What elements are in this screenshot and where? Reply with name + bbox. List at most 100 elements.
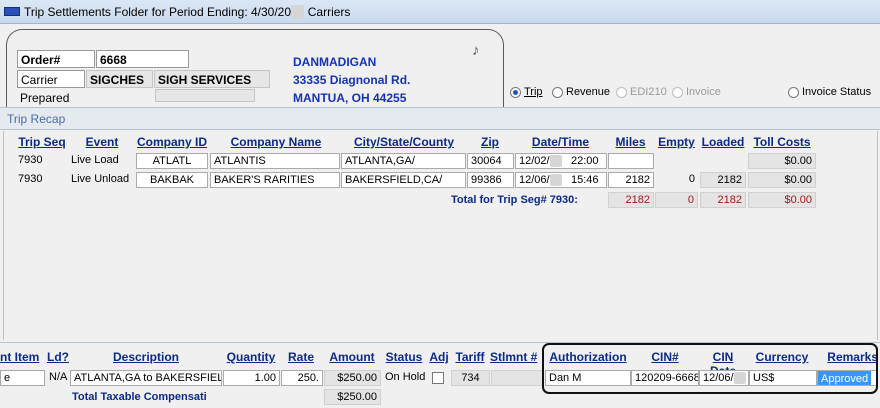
row1-event: Live Load: [71, 154, 119, 166]
col-description[interactable]: Description: [72, 350, 220, 364]
row2-company-id[interactable]: BAKBAK: [136, 172, 208, 188]
radio-edi210-label: EDI210: [630, 86, 667, 98]
carrier-name: SIGH SERVICES: [154, 70, 270, 88]
address-line2: 33335 Diagnonal Rd.: [293, 73, 411, 87]
col-event[interactable]: Event: [74, 135, 130, 149]
col-stlmnt[interactable]: Stlmnt #: [490, 350, 542, 364]
row-status: On Hold: [385, 371, 426, 383]
row-description[interactable]: ATLANTA,GA to BAKERSFIELD: [70, 370, 222, 386]
carrier-code: SIGCHES: [86, 70, 153, 88]
window-title: Trip Settlements Folder for Period Endin…: [24, 5, 350, 19]
row1-date: 12/02/: [519, 155, 550, 167]
col-status[interactable]: Status: [382, 350, 426, 364]
total-toll: $0.00: [748, 192, 816, 208]
callout-highlight-box: [542, 343, 878, 394]
row1-toll: $0.00: [748, 153, 816, 169]
radio-icon: [616, 86, 627, 98]
col-trip-seq[interactable]: Trip Seq: [14, 135, 70, 149]
row2-time: 15:46: [571, 174, 599, 186]
col-adj[interactable]: Adj: [428, 350, 450, 364]
row-quantity[interactable]: 1.00: [223, 370, 280, 386]
row2-city[interactable]: BAKERSFIELD,CA/: [341, 172, 466, 188]
row2-toll: $0.00: [748, 172, 816, 188]
title-bar: Trip Settlements Folder for Period Endin…: [0, 0, 880, 24]
radio-invoice-label: Invoice: [686, 86, 721, 98]
col-item[interactable]: nt Item: [0, 350, 42, 364]
col-miles[interactable]: Miles: [608, 135, 653, 149]
radio-edi210[interactable]: EDI210: [616, 86, 667, 98]
row-amount: $250.00: [324, 370, 381, 386]
radio-trip-label: Trip: [524, 86, 543, 98]
address-line3: MANTUA, OH 44255: [293, 91, 407, 105]
radio-trip[interactable]: Trip: [510, 86, 543, 98]
window-title-suffix: Carriers: [307, 5, 351, 19]
row2-company-name[interactable]: BAKER'S RARITIES: [210, 172, 340, 188]
radio-revenue-label: Revenue: [566, 86, 611, 98]
col-rate[interactable]: Rate: [281, 350, 321, 364]
col-tariff[interactable]: Tariff: [452, 350, 488, 364]
row1-zip[interactable]: 30064: [467, 153, 514, 169]
radio-icon: [672, 86, 683, 98]
col-city[interactable]: City/State/County: [343, 135, 465, 149]
row1-city[interactable]: ATLANTA,GA/: [341, 153, 466, 169]
radio-invoice-status-label: Invoice Status: [802, 86, 872, 98]
total-miles: 2182: [608, 192, 654, 208]
row-ld: N/A: [49, 371, 68, 383]
redacted: 00: [549, 155, 562, 167]
carrier-label: Carrier: [17, 70, 85, 88]
adj-checkbox[interactable]: [432, 372, 444, 384]
col-amount[interactable]: Amount: [324, 350, 380, 364]
row-rate[interactable]: 250.: [281, 370, 323, 386]
total-taxable-label: Total Taxable Compensati: [72, 391, 207, 403]
address-line1: DANMADIGAN: [293, 55, 377, 69]
row-stlmnt: [491, 370, 543, 386]
order-header-panel: [6, 29, 504, 109]
row1-company-name[interactable]: ATLANTIS: [210, 153, 340, 169]
redacted-year: 00: [291, 5, 305, 19]
col-ld[interactable]: Ld?: [46, 350, 70, 364]
prepared-field: [155, 89, 255, 102]
row2-loaded: 2182: [700, 172, 746, 188]
order-label: Order#: [17, 50, 95, 68]
window-title-text: Trip Settlements Folder for Period Endin…: [24, 5, 292, 19]
row2-trip-seq: 7930: [18, 173, 43, 185]
col-loaded[interactable]: Loaded: [700, 135, 746, 149]
order-header: Order# 6668 Carrier SIGCHES SIGH SERVICE…: [0, 25, 880, 109]
redacted: 00: [549, 174, 562, 186]
prepared-label: Prepared: [20, 91, 70, 105]
trip-recap-grid: Trip Seq Event Company ID Company Name C…: [3, 131, 878, 340]
row2-empty: 0: [688, 173, 695, 185]
row2-datetime[interactable]: 12/06/00 15:46: [515, 172, 607, 188]
col-toll[interactable]: Toll Costs: [748, 135, 816, 149]
trip-recap-title: Trip Recap: [0, 107, 880, 130]
row-item[interactable]: e: [0, 370, 45, 386]
col-empty[interactable]: Empty: [655, 135, 698, 149]
row2-zip[interactable]: 99386: [467, 172, 514, 188]
row1-company-id[interactable]: ATLATL: [136, 153, 208, 169]
radio-icon: [788, 86, 799, 98]
order-number-field[interactable]: 6668: [96, 50, 189, 68]
row1-time: 22:00: [571, 155, 599, 167]
total-empty: 0: [655, 192, 698, 208]
col-company-id[interactable]: Company ID: [135, 135, 209, 149]
col-zip[interactable]: Zip: [467, 135, 513, 149]
total-loaded: 2182: [700, 192, 746, 208]
radio-selected-icon: [510, 86, 521, 98]
radio-icon: [552, 86, 563, 98]
total-taxable-amount: $250.00: [324, 389, 381, 405]
radio-invoice-status[interactable]: Invoice Status: [788, 86, 871, 98]
row1-miles[interactable]: [608, 153, 654, 169]
row2-miles[interactable]: 2182: [608, 172, 654, 188]
col-quantity[interactable]: Quantity: [223, 350, 279, 364]
row1-datetime[interactable]: 12/02/00 22:00: [515, 153, 607, 169]
radio-invoice[interactable]: Invoice: [672, 86, 721, 98]
col-company-name[interactable]: Company Name: [212, 135, 340, 149]
row2-date: 12/06/: [519, 174, 550, 186]
row1-trip-seq: 7930: [18, 154, 43, 166]
music-note-icon: ♪: [472, 42, 480, 59]
col-datetime[interactable]: Date/Time: [515, 135, 606, 149]
row2-event: Live Unload: [71, 173, 130, 185]
radio-revenue[interactable]: Revenue: [552, 86, 610, 98]
app-icon: [4, 7, 20, 16]
trip-total-label: Total for Trip Seg# 7930:: [451, 194, 578, 206]
